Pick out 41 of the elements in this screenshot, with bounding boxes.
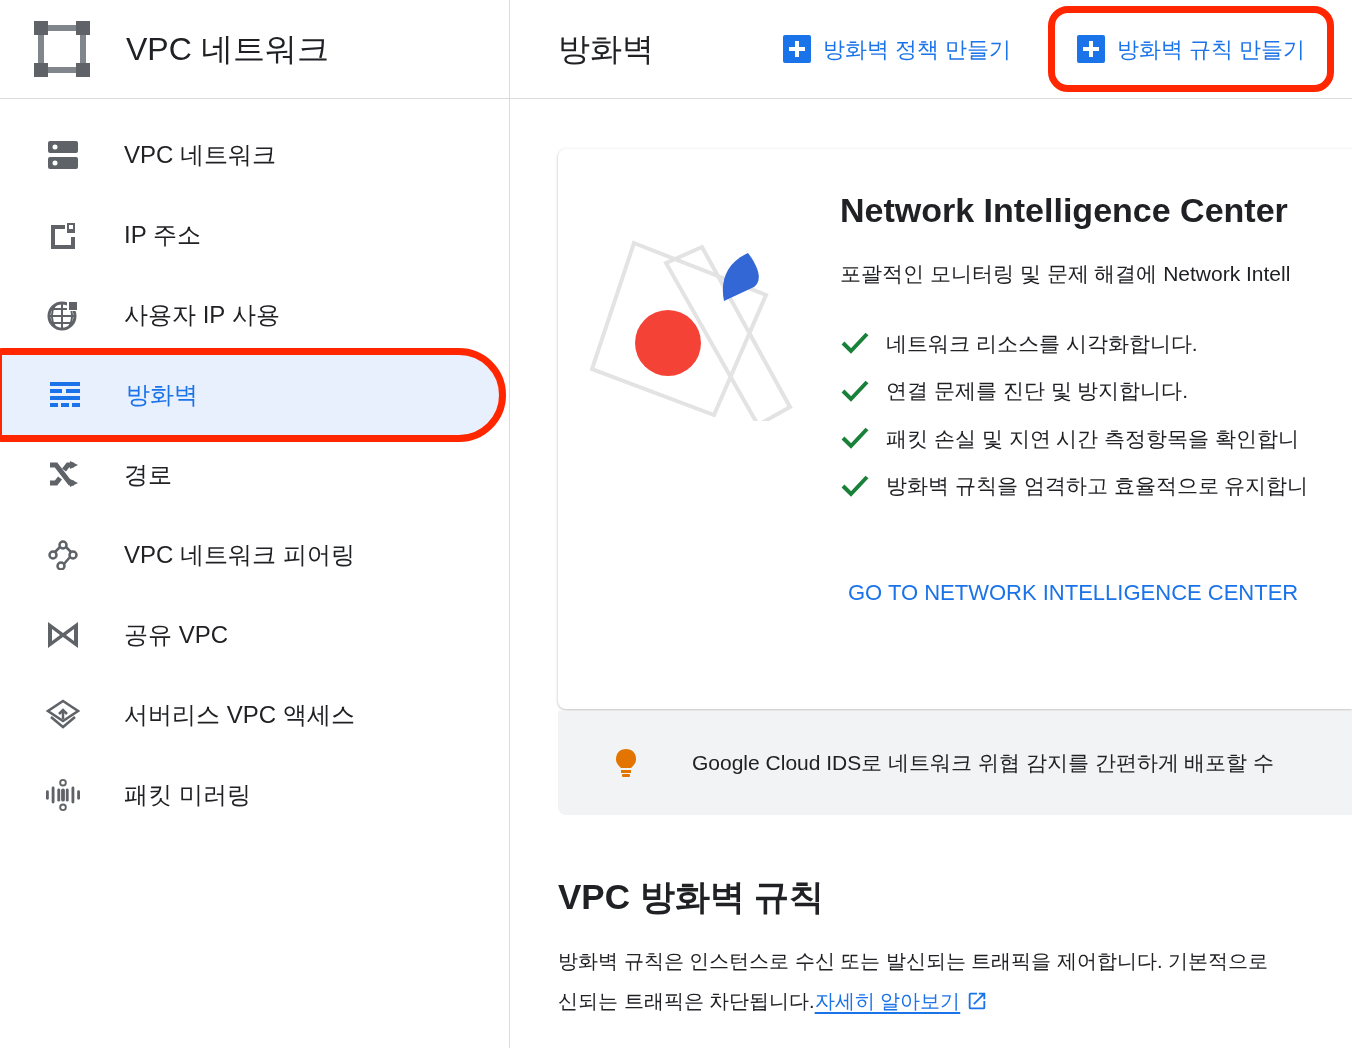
nav-item[interactable]: 사용자 IP 사용 — [0, 275, 499, 355]
check-icon — [840, 378, 870, 403]
nav-item[interactable]: VPC 네트워크 피어링 — [0, 515, 499, 595]
nav-item[interactable]: IP 주소 — [0, 195, 499, 275]
page-title: 방화벽 — [558, 30, 654, 69]
bowtie-icon — [48, 622, 78, 648]
tip-text: Google Cloud IDS로 네트워크 위협 감지를 간편하게 배포할 수 — [692, 750, 1275, 777]
create-button[interactable]: 방화벽 규칙 만들기 — [1048, 6, 1335, 92]
promo-subtitle: 포괄적인 모니터링 및 문제 해결에 Network Intell — [840, 261, 1292, 287]
promo-title: Network Intelligence Center — [840, 190, 1289, 231]
lightbulb-icon — [616, 749, 636, 777]
learn-more-link[interactable]: 자세히 알아보기 — [814, 985, 961, 1016]
crossed-arrows-icon — [48, 461, 78, 489]
check-icon — [840, 426, 870, 451]
check-icon — [840, 473, 870, 498]
nav-item[interactable]: VPC 네트워크 — [0, 115, 499, 195]
section-description: 신되는 트래픽은 차단됩니다. — [558, 988, 815, 1014]
network-intelligence-link[interactable]: GO TO NETWORK INTELLIGENCE CENTER — [848, 575, 1309, 609]
ip-address-icon — [49, 221, 77, 249]
network-icon — [48, 140, 78, 170]
plus-icon — [1077, 35, 1106, 63]
stacked-layers-icon — [46, 699, 80, 731]
section-description: 방화벽 규칙은 인스턴스로 수신 또는 발신되는 트래픽을 제어합니다. 기본적으로 — [558, 948, 1269, 974]
globe-icon — [47, 299, 79, 331]
check-icon — [840, 331, 870, 356]
nav-item[interactable]: 경로 — [0, 435, 499, 515]
nav-item[interactable]: 서버리스 VPC 액세스 — [0, 675, 499, 755]
brick-wall-icon — [50, 382, 80, 408]
app-title: VPC 네트워크 — [126, 30, 329, 69]
sound-bars-icon — [46, 778, 80, 812]
vpc-logo-icon — [34, 21, 90, 77]
nav-item[interactable]: 패킷 미러링 — [0, 755, 499, 835]
section-title: VPC 방화벽 규칙 — [558, 876, 826, 918]
nav-item[interactable]: 공유 VPC — [0, 595, 499, 675]
feature-text: 연결 문제를 진단 및 방지합니다. — [886, 378, 1189, 404]
feature-text: 방화벽 규칙을 엄격하고 효율적으로 유지합니 — [886, 473, 1309, 499]
plus-icon — [783, 35, 811, 63]
connected-nodes-icon — [48, 540, 78, 570]
create-button[interactable]: 방화벽 정책 만들기 — [754, 6, 1041, 92]
feature-text: 네트워크 리소스를 시각화합니다. — [886, 330, 1198, 357]
feature-text: 패킷 손실 및 지연 시간 측정항목을 확인합니 — [886, 425, 1299, 452]
